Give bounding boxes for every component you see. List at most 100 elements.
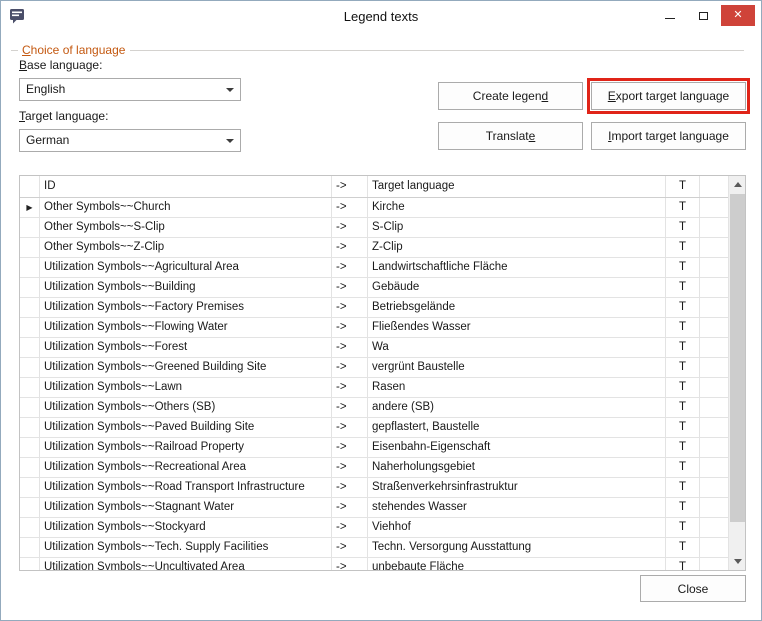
table-row[interactable]: Utilization Symbols~~Flowing Water -> Fl… [20, 318, 745, 338]
t-cell[interactable]: T [666, 438, 700, 457]
t-cell[interactable]: T [666, 498, 700, 517]
t-cell[interactable]: T [666, 278, 700, 297]
target-cell[interactable]: Naherholungsgebiet [368, 458, 666, 477]
target-cell[interactable]: stehendes Wasser [368, 498, 666, 517]
t-cell[interactable]: T [666, 418, 700, 437]
row-indicator-cell [20, 398, 40, 417]
arrow-cell: -> [332, 358, 368, 377]
import-target-language-button[interactable]: Import target language [591, 122, 746, 150]
target-cell[interactable]: Rasen [368, 378, 666, 397]
t-cell[interactable]: T [666, 398, 700, 417]
t-cell[interactable]: T [666, 358, 700, 377]
target-cell[interactable]: Straßenverkehrsinfrastruktur [368, 478, 666, 497]
arrow-cell: -> [332, 538, 368, 557]
t-cell[interactable]: T [666, 318, 700, 337]
target-cell[interactable]: Viehhof [368, 518, 666, 537]
target-cell[interactable]: Betriebsgelände [368, 298, 666, 317]
t-cell[interactable]: T [666, 198, 700, 217]
row-indicator-cell [20, 458, 40, 477]
target-cell[interactable]: Eisenbahn-Eigenschaft [368, 438, 666, 457]
t-cell[interactable]: T [666, 218, 700, 237]
t-cell[interactable]: T [666, 238, 700, 257]
target-language-select[interactable]: German [19, 129, 241, 152]
table-row[interactable]: Utilization Symbols~~Paved Building Site… [20, 418, 745, 438]
export-target-language-button[interactable]: Export target language [587, 78, 750, 114]
scrollbar-down-button[interactable] [729, 553, 745, 570]
arrow-cell: -> [332, 258, 368, 277]
row-indicator-cell [20, 238, 40, 257]
target-cell[interactable]: unbebaute Fläche [368, 558, 666, 570]
table-row[interactable]: Utilization Symbols~~Uncultivated Area -… [20, 558, 745, 570]
titlebar[interactable]: Legend texts ✕ [1, 1, 761, 32]
row-indicator-cell [20, 218, 40, 237]
target-cell[interactable]: Landwirtschaftliche Fläche [368, 258, 666, 277]
header-id[interactable]: ID [40, 176, 332, 197]
table-row[interactable]: Utilization Symbols~~Tech. Supply Facili… [20, 538, 745, 558]
table-row[interactable]: Utilization Symbols~~Railroad Property -… [20, 438, 745, 458]
arrow-cell: -> [332, 218, 368, 237]
table-row[interactable]: Utilization Symbols~~Agricultural Area -… [20, 258, 745, 278]
row-indicator-cell [20, 478, 40, 497]
t-cell[interactable]: T [666, 378, 700, 397]
table-row[interactable]: Utilization Symbols~~Road Transport Infr… [20, 478, 745, 498]
row-indicator-cell [20, 438, 40, 457]
target-cell[interactable]: andere (SB) [368, 398, 666, 417]
header-target-language[interactable]: Target language [368, 176, 666, 197]
t-cell[interactable]: T [666, 338, 700, 357]
target-cell[interactable]: Fließendes Wasser [368, 318, 666, 337]
target-cell[interactable]: S-Clip [368, 218, 666, 237]
table-row[interactable]: Utilization Symbols~~Lawn -> Rasen T [20, 378, 745, 398]
table-row[interactable]: Utilization Symbols~~Others (SB) -> ande… [20, 398, 745, 418]
table-row[interactable]: Utilization Symbols~~Greened Building Si… [20, 358, 745, 378]
group-line-left [11, 49, 18, 51]
table-row[interactable]: Utilization Symbols~~Recreational Area -… [20, 458, 745, 478]
close-window-button[interactable]: ✕ [721, 5, 755, 26]
table-row[interactable]: Utilization Symbols~~Stagnant Water -> s… [20, 498, 745, 518]
target-language-value: German [26, 133, 70, 147]
table-row[interactable]: Utilization Symbols~~Factory Premises ->… [20, 298, 745, 318]
arrow-cell: -> [332, 518, 368, 537]
table-row[interactable]: ▶ Other Symbols~~Church -> Kirche T [20, 198, 745, 218]
t-cell[interactable]: T [666, 458, 700, 477]
chevron-down-icon [226, 139, 234, 143]
base-language-value: English [26, 82, 66, 96]
id-cell: Utilization Symbols~~Road Transport Infr… [40, 478, 332, 497]
id-cell: Utilization Symbols~~Stockyard [40, 518, 332, 537]
target-cell[interactable]: Techn. Versorgung Ausstattung [368, 538, 666, 557]
translate-button[interactable]: Translat e [438, 122, 583, 150]
table-body: ▶ Other Symbols~~Church -> Kirche T Othe… [20, 198, 745, 570]
table-row[interactable]: Utilization Symbols~~Forest -> Wa T [20, 338, 745, 358]
t-cell[interactable]: T [666, 558, 700, 570]
minimize-button[interactable] [655, 5, 685, 26]
target-language-label: Target language: [19, 109, 109, 123]
group-label: Choice of language [22, 43, 126, 57]
t-cell[interactable]: T [666, 258, 700, 277]
target-cell[interactable]: vergrünt Baustelle [368, 358, 666, 377]
target-cell[interactable]: Z-Clip [368, 238, 666, 257]
t-cell[interactable]: T [666, 538, 700, 557]
t-cell[interactable]: T [666, 478, 700, 497]
vertical-scrollbar[interactable] [728, 176, 745, 570]
maximize-icon [698, 11, 708, 20]
base-language-select[interactable]: English [19, 78, 241, 101]
window-controls: ✕ [655, 5, 755, 26]
create-legend-button[interactable]: Create legen d [438, 82, 583, 110]
id-cell: Other Symbols~~S-Clip [40, 218, 332, 237]
target-cell[interactable]: gepflastert, Baustelle [368, 418, 666, 437]
legend-texts-dialog: Legend texts ✕ Choice of language Base l… [0, 0, 762, 621]
t-cell[interactable]: T [666, 298, 700, 317]
t-cell[interactable]: T [666, 518, 700, 537]
close-button[interactable]: Close [640, 575, 746, 602]
id-cell: Utilization Symbols~~Recreational Area [40, 458, 332, 477]
table-row[interactable]: Other Symbols~~Z-Clip -> Z-Clip T [20, 238, 745, 258]
close-icon: ✕ [733, 9, 743, 21]
table-row[interactable]: Other Symbols~~S-Clip -> S-Clip T [20, 218, 745, 238]
scrollbar-up-button[interactable] [729, 176, 745, 193]
target-cell[interactable]: Gebäude [368, 278, 666, 297]
target-cell[interactable]: Wa [368, 338, 666, 357]
table-row[interactable]: Utilization Symbols~~Building -> Gebäude… [20, 278, 745, 298]
target-cell[interactable]: Kirche [368, 198, 666, 217]
table-row[interactable]: Utilization Symbols~~Stockyard -> Viehho… [20, 518, 745, 538]
maximize-button[interactable] [688, 5, 718, 26]
scrollbar-thumb[interactable] [730, 194, 745, 522]
